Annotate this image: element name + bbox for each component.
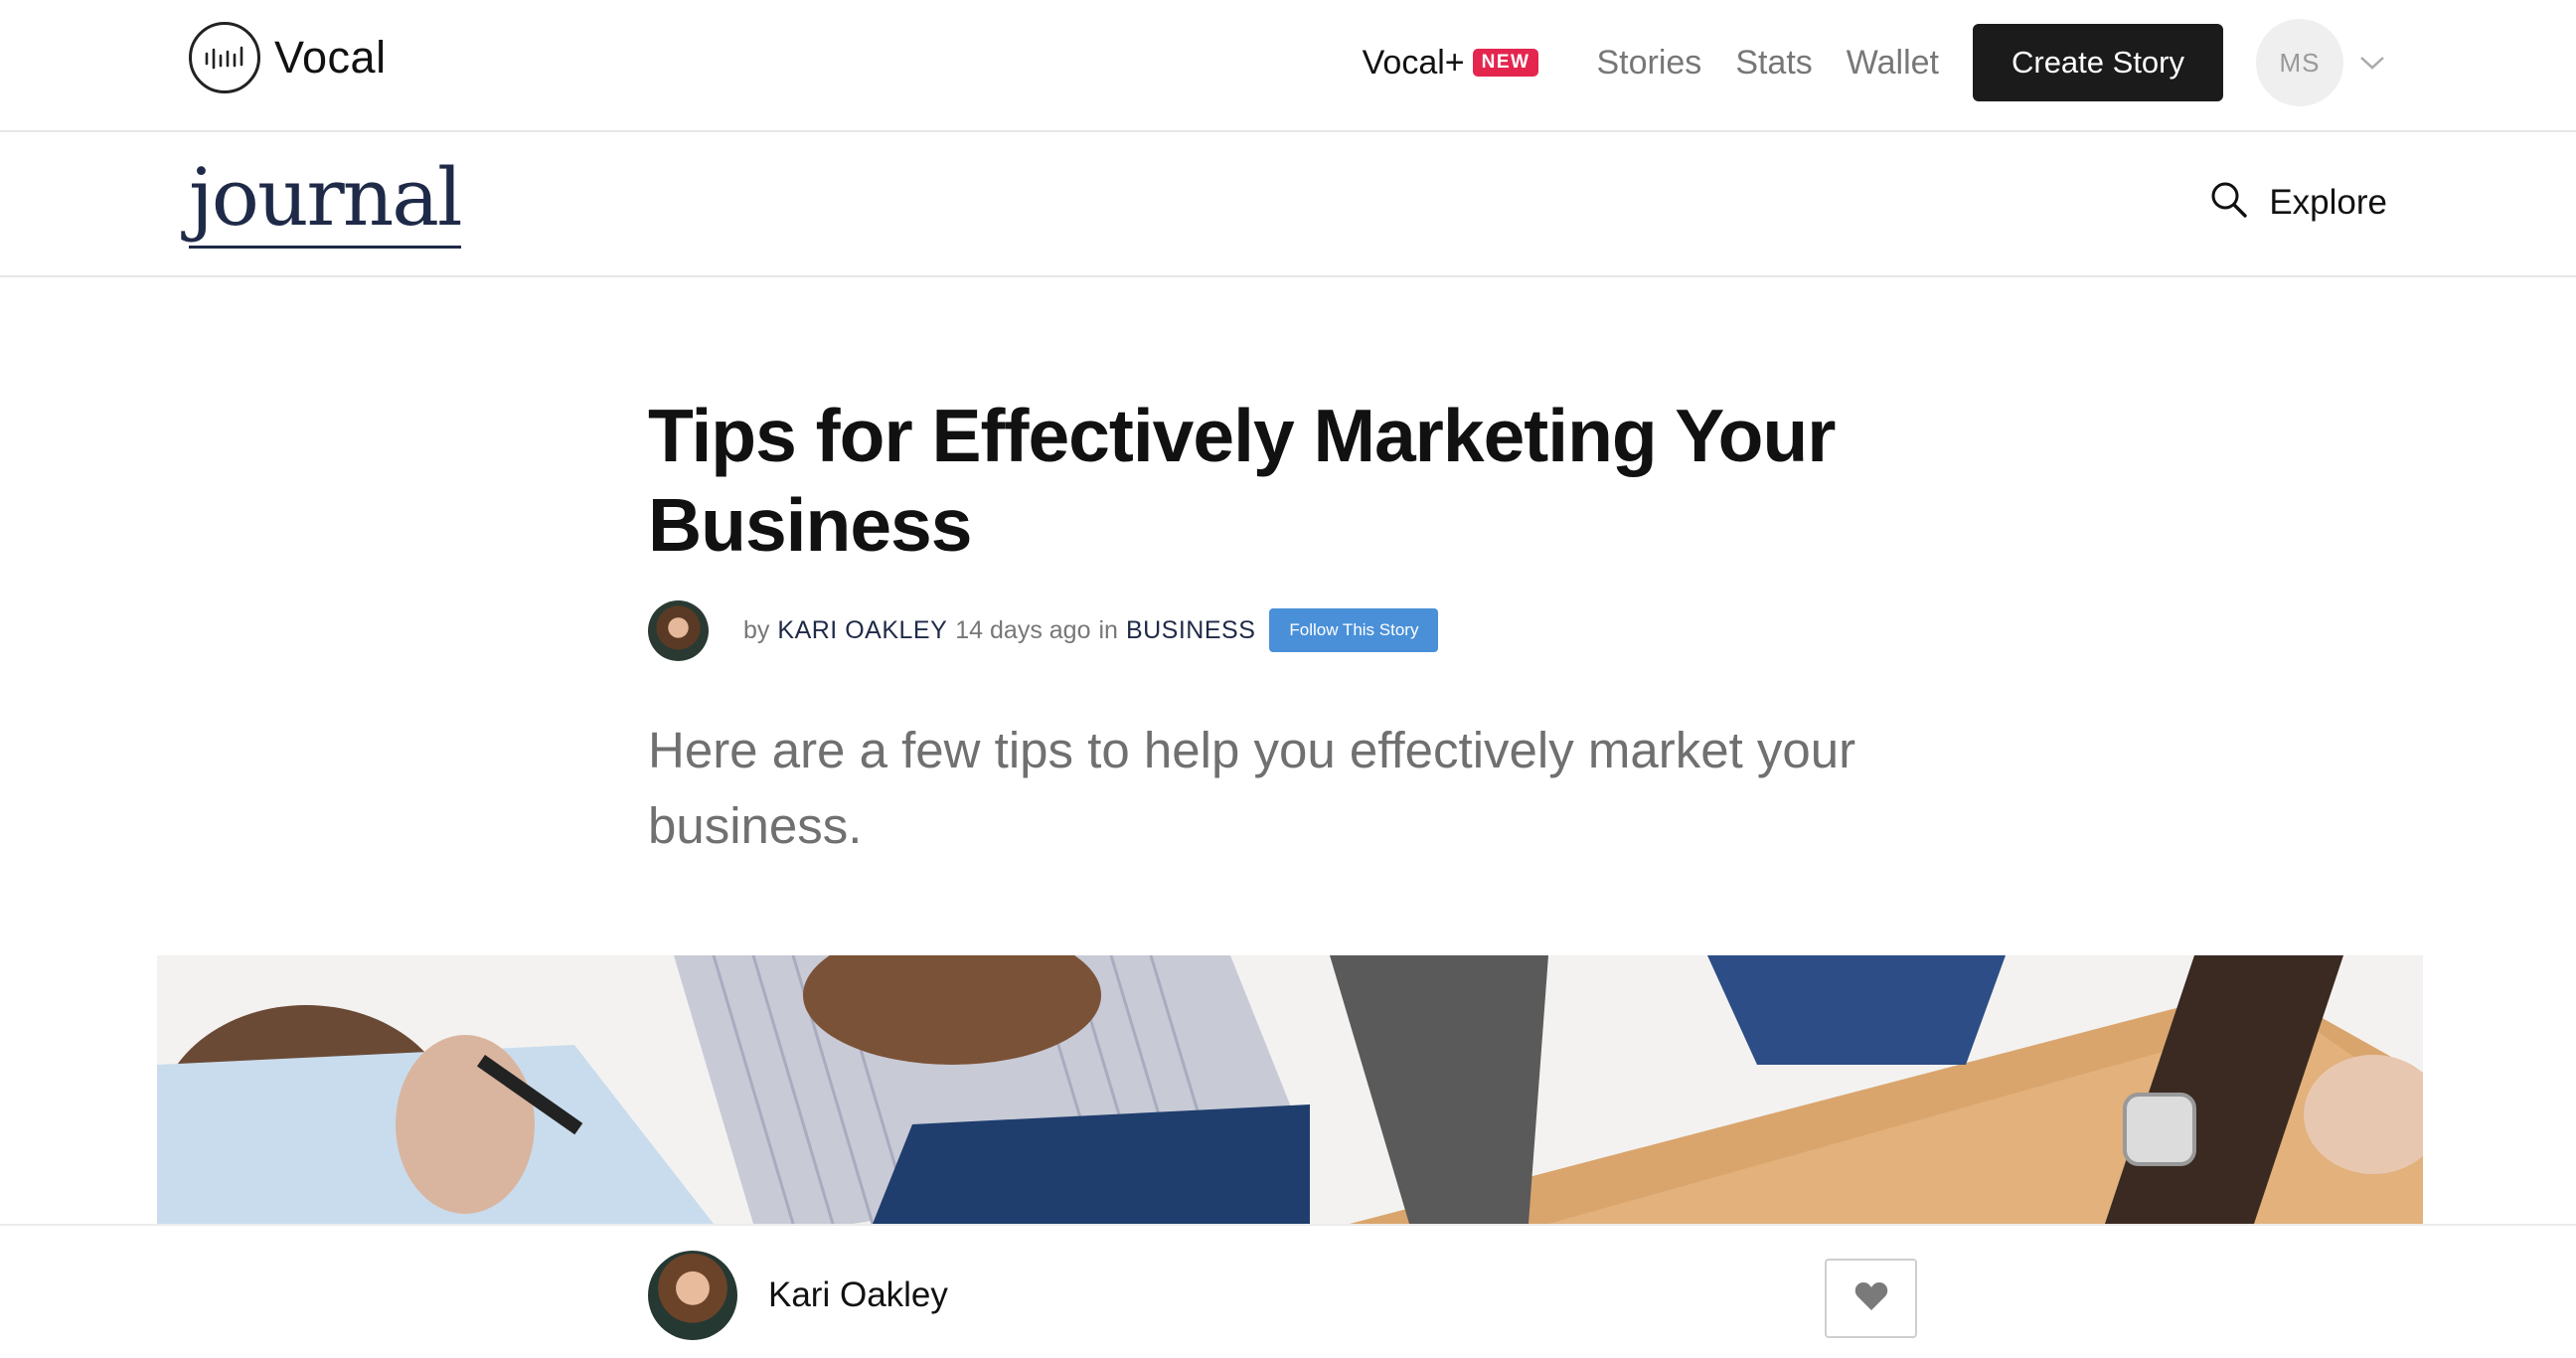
chevron-down-icon[interactable] [2357, 48, 2387, 78]
create-story-button[interactable]: Create Story [1973, 24, 2223, 101]
search-icon [2209, 180, 2249, 225]
article-meta: by KARI OAKLEY 14 days ago in BUSINESS F… [648, 599, 1940, 661]
author-avatar[interactable] [648, 599, 709, 661]
byline: by KARI OAKLEY 14 days ago in BUSINESS F… [743, 608, 1446, 652]
brand-name: Vocal [274, 32, 387, 83]
post-age: 14 days ago [955, 615, 1091, 644]
community-logo[interactable]: journal [189, 150, 463, 249]
category-link[interactable]: BUSINESS [1126, 616, 1255, 645]
new-badge: NEW [1472, 49, 1539, 77]
like-button[interactable] [1825, 1259, 1917, 1338]
author-sticky-bar: Kari Oakley [0, 1224, 2576, 1358]
article-subtitle: Here are a few tips to help you effectiv… [648, 722, 1856, 854]
footer-author-avatar[interactable] [648, 1251, 737, 1340]
article-title: Tips for Effectively Marketing Your Busi… [648, 394, 1836, 567]
by-label: by [743, 615, 770, 644]
nav-vocal-plus[interactable]: Vocal+ NEW [1363, 44, 1539, 83]
hero-image [157, 955, 2423, 1224]
community-bar: journal Explore [0, 132, 2576, 277]
nav-vocal-plus-label: Vocal+ [1362, 43, 1465, 82]
explore-label: Explore [2269, 182, 2387, 222]
user-avatar[interactable]: MS [2256, 19, 2343, 106]
nav-stories[interactable]: Stories [1596, 44, 1701, 83]
main-nav: Vocal+ NEW Stories Stats Wallet Create S… [1363, 19, 2387, 106]
explore-button[interactable]: Explore [2209, 180, 2387, 225]
follow-story-button[interactable]: Follow This Story [1269, 608, 1439, 652]
top-navigation-bar: Vocal Vocal+ NEW Stories Stats Wallet Cr… [0, 0, 2576, 132]
article-header: Tips for Effectively Marketing Your Busi… [648, 391, 1940, 864]
nav-stats[interactable]: Stats [1735, 44, 1812, 83]
vocal-logo[interactable]: Vocal [189, 21, 387, 94]
footer-author-name[interactable]: Kari Oakley [768, 1275, 948, 1315]
nav-wallet[interactable]: Wallet [1847, 44, 1939, 83]
heart-icon [1854, 1281, 1888, 1316]
author-link[interactable]: KARI OAKLEY [777, 616, 947, 645]
vocal-logo-icon [189, 22, 260, 93]
in-label: in [1098, 615, 1118, 644]
